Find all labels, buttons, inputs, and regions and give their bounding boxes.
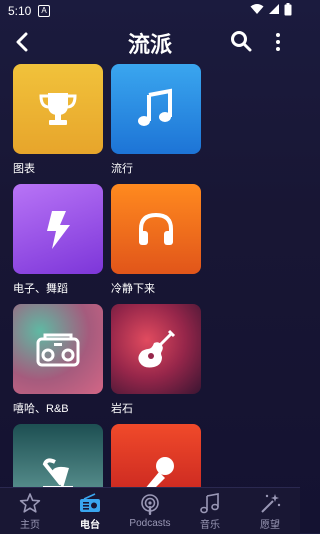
genre-label: 电子、舞蹈 [13,283,68,295]
search-icon [231,31,252,52]
genre-artwork [111,304,201,394]
genre-tile-charts[interactable]: 图表 [13,64,103,176]
genre-tile-soul[interactable] [111,424,201,487]
status-bar: 5:10 A [0,0,300,22]
microphone-icon [146,457,174,487]
tab-label: 愿望 [260,519,280,531]
trophy-icon [39,93,77,125]
genre-tile-rock[interactable]: 岩石 [111,304,201,416]
gramophone-icon [42,458,73,487]
genre-artwork [13,184,103,274]
search-button[interactable] [228,28,254,54]
bottom-tab-bar: 主页 电台 Podcasts 音乐 愿望 [0,487,300,534]
genre-tile-hiphop[interactable]: 嘻哈、R&B [13,304,103,416]
tab-label: 音乐 [200,519,220,531]
status-icons [250,3,292,16]
genre-tile-pop[interactable]: 流行 [111,64,201,176]
podcast-icon [139,493,161,516]
signal-icon [269,4,279,14]
genre-artwork [111,64,201,154]
genre-artwork [13,304,103,394]
tab-wishes[interactable]: 愿望 [240,488,300,534]
lightning-icon [47,211,70,249]
dot-icon [276,40,280,44]
genre-tile-jazz[interactable] [13,424,103,487]
status-time: 5:10 [8,4,32,18]
tab-music[interactable]: 音乐 [180,488,240,534]
genre-artwork [13,424,103,487]
star-icon [19,492,41,514]
genre-tile-chill[interactable]: 冷静下来 [111,184,201,296]
genre-artwork [13,64,103,154]
dot-icon [276,47,280,51]
genre-label: 岩石 [111,403,133,415]
genre-label: 流行 [111,163,133,175]
tab-label: 电台 [80,519,100,531]
tab-podcasts[interactable]: Podcasts [120,488,180,534]
genre-grid: 图表 流行 电子、舞蹈 冷静下来 嘻哈、R&B 岩石 [0,62,300,487]
magic-wand-icon [259,492,281,514]
tab-radio[interactable]: 电台 [60,488,120,534]
genre-artwork [111,184,201,274]
tab-label: 主页 [20,519,40,531]
tab-label: Podcasts [129,517,171,529]
battery-icon [284,3,292,16]
wifi-icon [250,4,264,14]
more-options-button[interactable] [268,28,288,56]
guitar-icon [138,329,176,368]
genre-label: 嘻哈、R&B [13,403,69,415]
tab-home[interactable]: 主页 [0,488,60,534]
radio-icon [79,492,101,514]
headphones-icon [139,212,173,245]
app-header: 流派 [0,22,300,62]
genre-artwork [111,424,201,487]
genre-tile-electronic[interactable]: 电子、舞蹈 [13,184,103,296]
boombox-icon [36,333,80,367]
dot-icon [276,33,280,37]
genre-label: 图表 [13,163,35,175]
music-note-icon [138,88,172,126]
notification-icon: A [38,5,50,17]
genre-label: 冷静下来 [111,283,155,295]
music-notes-icon [199,492,221,514]
page-title: 流派 [127,32,172,57]
